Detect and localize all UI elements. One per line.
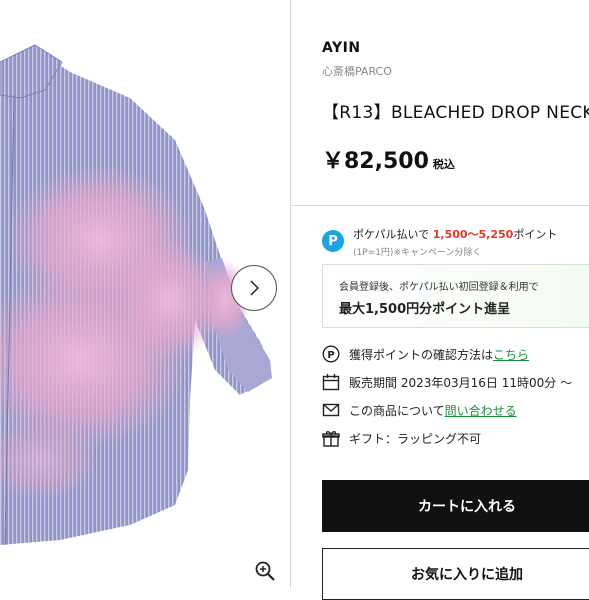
points-info-text: 獲得ポイントの確認方法は [349, 347, 494, 362]
tax-label: 税込 [432, 158, 455, 171]
gift-text: ギフト：ラッピング不可 [349, 431, 482, 446]
promo-line1: 会員登録後、ポケパル払い初回登録＆利用で [339, 282, 539, 293]
product-title: 【R13】BLEACHED DROP NECK [322, 103, 589, 123]
product-image[interactable] [0, 0, 290, 589]
brand-name[interactable]: AYIN [322, 40, 361, 56]
price-amount: ￥82,500 [322, 149, 429, 174]
section-divider [290, 205, 589, 206]
pokepal-icon: P [322, 230, 344, 252]
promo-line2: 最大1,500円分ポイント進呈 [339, 302, 511, 317]
point-icon: P [322, 345, 340, 363]
sale-period-label: 販売期間 [349, 375, 398, 390]
zoom-button[interactable] [254, 560, 276, 582]
panel-divider [290, 0, 291, 589]
inquiry-link[interactable]: 問い合わせる [445, 402, 517, 419]
store-name: 心斎橋PARCO [322, 65, 392, 78]
calendar-icon [322, 374, 340, 391]
sale-period-value: 2023年03月16日 11時00分 ～ [400, 375, 573, 390]
add-to-favorites-button[interactable]: お気に入りに追加 [322, 548, 589, 600]
next-image-button[interactable] [231, 265, 277, 311]
pokepal-note: (1P=1円)※キャンペーン分除く [353, 248, 482, 258]
svg-text:P: P [327, 350, 334, 361]
points-info-row: P 獲得ポイントの確認方法は こちら [322, 344, 529, 364]
mail-icon [322, 403, 340, 417]
inquiry-text: この商品について [349, 403, 445, 418]
chevron-right-icon [250, 280, 260, 296]
price: ￥82,500 税込 [322, 143, 455, 175]
inquiry-row: この商品について 問い合わせる [322, 400, 517, 420]
promo-banner[interactable]: 会員登録後、ポケパル払い初回登録＆利用で 最大1,500円分ポイント進呈 [322, 264, 589, 328]
zoom-in-icon [255, 561, 275, 581]
points-range: 1,500～5,250 [432, 228, 514, 241]
points-info-link[interactable]: こちら [493, 346, 529, 363]
sale-period-row: 販売期間 2023年03月16日 11時00分 ～ [322, 372, 572, 392]
gift-row: ギフト：ラッピング不可 [322, 428, 481, 448]
add-to-cart-button[interactable]: カートに入れる [322, 480, 589, 532]
gift-icon [322, 431, 340, 447]
pokepal-points: ポケパル払いで 1,500～5,250ポイント [353, 228, 558, 241]
